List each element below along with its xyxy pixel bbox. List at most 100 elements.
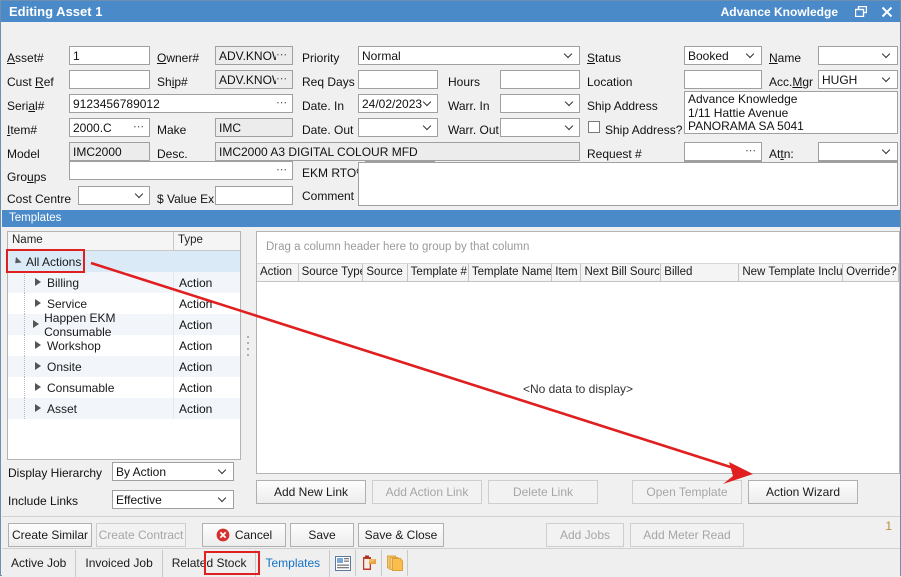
grid-column-header[interactable]: Billed xyxy=(661,264,739,281)
panel-splitter[interactable] xyxy=(244,231,253,460)
grid-column-header[interactable]: Override? xyxy=(843,264,899,281)
serial-no-input[interactable] xyxy=(69,94,293,113)
expand-icon[interactable] xyxy=(34,404,43,413)
date-out-label: Date. Out xyxy=(302,123,353,137)
tab-invoiced-job[interactable]: Invoiced Job xyxy=(76,550,162,577)
cust-ref-input[interactable] xyxy=(69,70,150,89)
tree-row[interactable]: Happen EKM ConsumableAction xyxy=(8,314,240,335)
include-links-select[interactable] xyxy=(112,490,234,509)
tree-row[interactable]: ConsumableAction xyxy=(8,377,240,398)
tree-indent-guide xyxy=(12,335,34,356)
display-hierarchy-select[interactable] xyxy=(112,462,234,481)
groups-input[interactable] xyxy=(69,161,293,180)
expand-icon[interactable] xyxy=(34,383,43,392)
priority-select[interactable] xyxy=(358,46,580,65)
create-similar-button[interactable]: Create Similar xyxy=(8,523,92,547)
expand-icon[interactable] xyxy=(34,341,43,350)
value-ex-input[interactable] xyxy=(215,186,293,205)
warr-in-label: Warr. In xyxy=(448,99,490,113)
delete-link-button[interactable]: Delete Link xyxy=(488,480,598,504)
status-chevron-down-icon[interactable] xyxy=(746,49,756,59)
req-days-label: Req Days xyxy=(302,75,355,89)
action-wizard-button[interactable]: Action Wizard xyxy=(748,480,858,504)
tree-column-name[interactable]: Name xyxy=(8,232,174,250)
model-input[interactable] xyxy=(69,142,150,161)
save-and-close-button[interactable]: Save & Close xyxy=(358,523,444,547)
grid-column-header[interactable]: Action xyxy=(257,264,299,281)
date-in-label: Date. In xyxy=(302,99,344,113)
add-new-link-button[interactable]: Add New Link xyxy=(256,480,366,504)
create-contract-button[interactable]: Create Contract xyxy=(96,523,186,547)
clipboard-icon[interactable] xyxy=(356,550,382,576)
tree-row[interactable]: AssetAction xyxy=(8,398,240,419)
add-meter-read-button[interactable]: Add Meter Read xyxy=(630,523,744,547)
desc-input[interactable] xyxy=(215,142,580,161)
report-icon[interactable] xyxy=(330,550,356,576)
hours-label: Hours xyxy=(448,75,480,89)
expand-icon[interactable] xyxy=(34,278,43,287)
grid-column-header[interactable]: Next Bill Source xyxy=(581,264,661,281)
tree-row-type-cell: Action xyxy=(174,381,240,395)
include-links-label: Include Links xyxy=(8,494,78,508)
tree-header-row: Name Type xyxy=(8,232,240,251)
cancel-icon xyxy=(216,528,230,542)
tab-templates[interactable]: Templates xyxy=(256,550,330,577)
tree-row-label: Workshop xyxy=(47,339,101,353)
grid-column-header[interactable]: Source Type xyxy=(299,264,364,281)
comment-textarea[interactable] xyxy=(358,162,898,206)
display-hierarchy-chevron-down-icon[interactable] xyxy=(218,465,228,475)
ship-address-checkbox[interactable] xyxy=(588,121,600,133)
add-jobs-button[interactable]: Add Jobs xyxy=(546,523,624,547)
expand-icon[interactable] xyxy=(34,299,43,308)
tree-row-type-cell: Action xyxy=(174,276,240,290)
warr-in-chevron-down-icon[interactable] xyxy=(565,97,575,107)
priority-chevron-down-icon[interactable] xyxy=(564,49,574,59)
grid-column-header[interactable]: Source xyxy=(363,264,407,281)
date-out-chevron-down-icon[interactable] xyxy=(423,121,433,131)
tree-row[interactable]: All Actions xyxy=(8,251,240,272)
hours-input[interactable] xyxy=(500,70,580,89)
close-icon[interactable] xyxy=(874,1,900,22)
asset-no-input[interactable] xyxy=(69,46,150,65)
acc-mgr-chevron-down-icon[interactable] xyxy=(882,73,892,83)
grid-column-header[interactable]: New Template Includes xyxy=(739,264,843,281)
tree-row-name-cell: Happen EKM Consumable xyxy=(8,314,174,335)
warr-out-chevron-down-icon[interactable] xyxy=(565,121,575,131)
grid-empty-message: <No data to display> xyxy=(257,382,899,396)
req-days-input[interactable] xyxy=(358,70,438,89)
restore-icon[interactable] xyxy=(848,1,874,22)
attn-chevron-down-icon[interactable] xyxy=(882,145,892,155)
cancel-button[interactable]: Cancel xyxy=(202,523,286,547)
tree-row[interactable]: Workshop Action xyxy=(8,335,240,356)
templates-section-header: Templates xyxy=(2,210,900,227)
window-title: Editing Asset 1 xyxy=(1,4,102,19)
expand-icon[interactable] xyxy=(32,320,40,329)
tree-body: All ActionsBillingActionServiceActionHap… xyxy=(8,251,240,419)
tree-row-type-cell: Action xyxy=(174,339,240,353)
add-action-link-button[interactable]: Add Action Link xyxy=(372,480,482,504)
cost-centre-chevron-down-icon[interactable] xyxy=(135,189,145,199)
save-button[interactable]: Save xyxy=(290,523,354,547)
tree-row-name-cell: Onsite xyxy=(8,356,174,377)
date-in-chevron-down-icon[interactable] xyxy=(423,97,433,107)
location-input[interactable] xyxy=(684,70,762,89)
grid-column-header[interactable]: Item xyxy=(552,264,581,281)
tree-row[interactable]: OnsiteAction xyxy=(8,356,240,377)
page-number: 1 xyxy=(885,519,892,533)
tree-indent-guide xyxy=(12,293,34,314)
tree-column-type[interactable]: Type xyxy=(174,232,240,250)
expand-icon[interactable] xyxy=(34,362,43,371)
make-input[interactable] xyxy=(215,118,293,137)
tab-related-stock[interactable]: Related Stock xyxy=(163,550,257,577)
cost-centre-label: Cost Centre xyxy=(7,192,71,206)
grid-column-header[interactable]: Template # xyxy=(408,264,469,281)
name-chevron-down-icon[interactable] xyxy=(882,49,892,59)
expand-collapse-icon[interactable] xyxy=(12,256,23,267)
open-template-button[interactable]: Open Template xyxy=(632,480,742,504)
grid-column-header[interactable]: Template Name xyxy=(469,264,552,281)
copy-pages-icon[interactable] xyxy=(382,550,408,576)
group-by-dropzone[interactable]: Drag a column header here to group by th… xyxy=(257,232,899,264)
tree-row[interactable]: BillingAction xyxy=(8,272,240,293)
tab-active-job[interactable]: Active Job xyxy=(2,550,76,577)
include-links-chevron-down-icon[interactable] xyxy=(218,493,228,503)
